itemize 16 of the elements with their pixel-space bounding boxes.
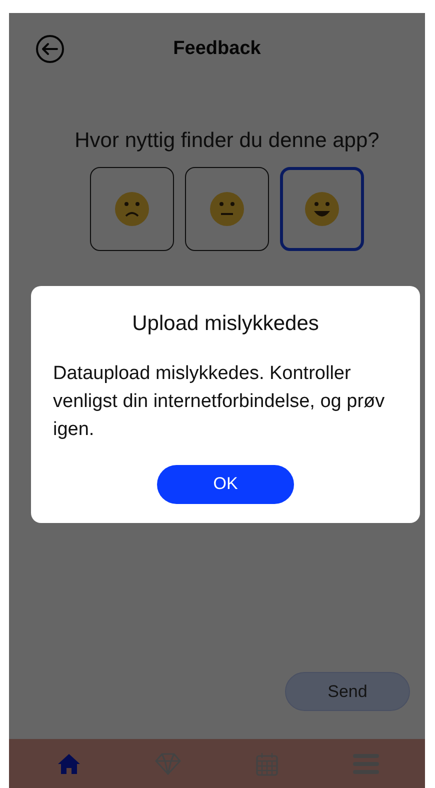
menu-icon bbox=[352, 752, 378, 774]
rating-option[interactable] bbox=[185, 166, 269, 250]
dialog-title: Upload mislykkedes bbox=[131, 311, 320, 337]
back-icon[interactable] bbox=[35, 34, 65, 64]
rating-option[interactable] bbox=[280, 166, 364, 250]
dialog-message: Dataupload mislykkedes. Kontroller venligst din internetforbindelse, og prøv igen. bbox=[53, 362, 386, 442]
calendar-icon bbox=[256, 752, 278, 776]
header-title: Feedback bbox=[172, 36, 262, 61]
diamond-icon bbox=[154, 752, 180, 774]
ok-button[interactable]: OK bbox=[157, 464, 294, 504]
question-text: Hvor nyttig finder du denne app? bbox=[74, 128, 380, 154]
neutral-face-icon bbox=[209, 190, 245, 226]
happy-face-icon bbox=[304, 190, 340, 226]
sad-face-icon bbox=[114, 190, 150, 226]
home-icon bbox=[56, 752, 80, 774]
rating-option[interactable] bbox=[90, 166, 174, 250]
